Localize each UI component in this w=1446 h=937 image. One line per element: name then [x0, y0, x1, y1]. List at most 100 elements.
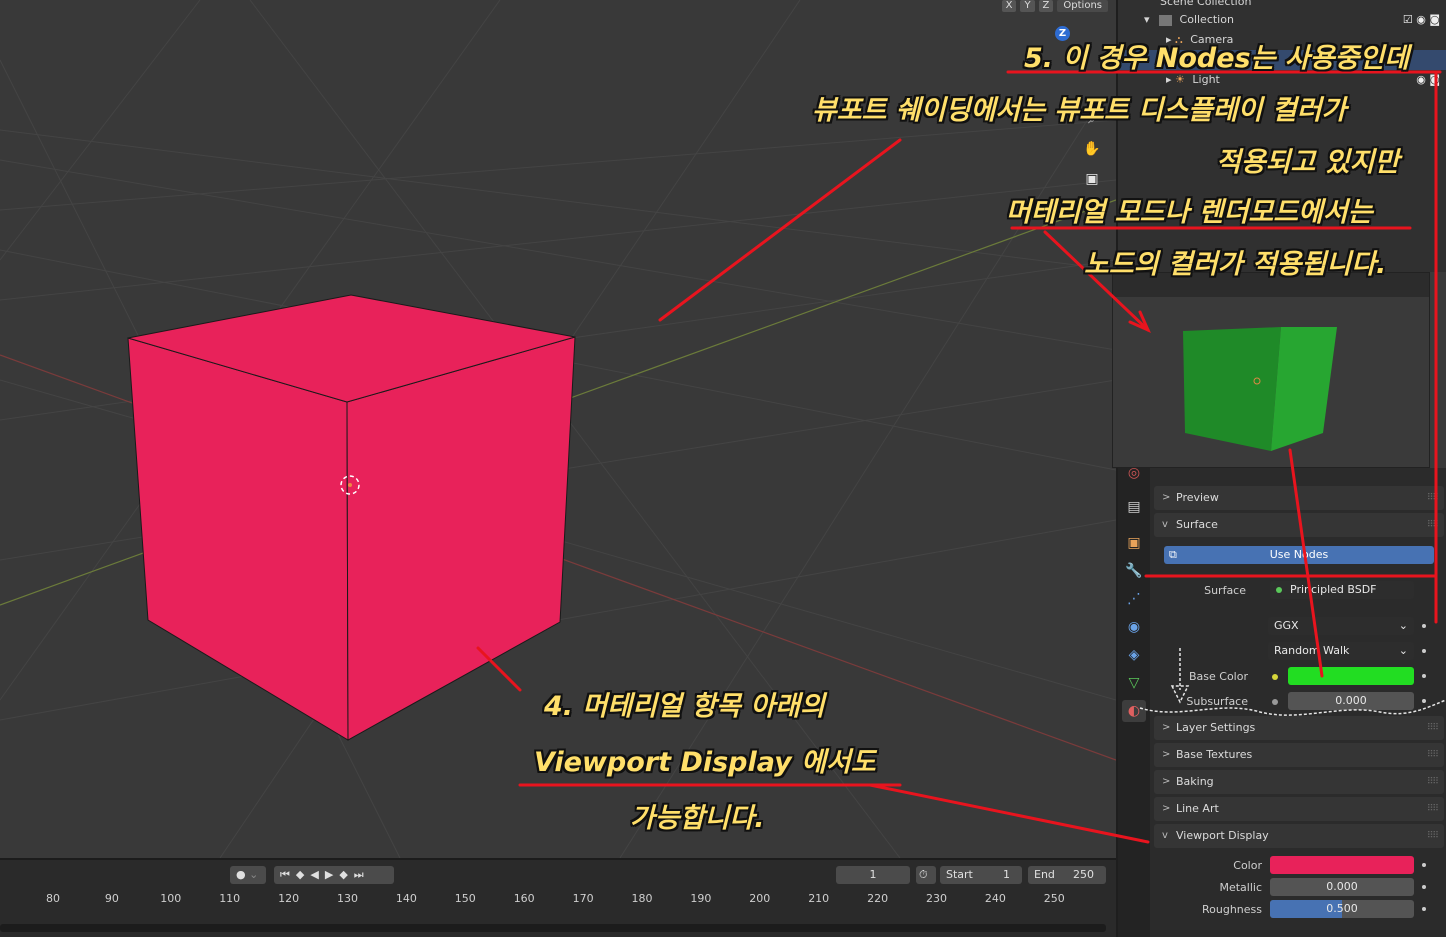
line-art-panel[interactable]: > Line Art ⠿⠿: [1154, 797, 1444, 821]
object-tab-icon[interactable]: ▣: [1122, 532, 1146, 554]
physics-tab-icon[interactable]: ◉: [1122, 616, 1146, 638]
surface-panel[interactable]: v Surface ⠿⠿: [1154, 513, 1444, 537]
keyframe-dot-icon[interactable]: [1422, 863, 1426, 867]
grip-icon[interactable]: ⠿⠿: [1427, 716, 1439, 740]
roughness-slider[interactable]: 0.500: [1270, 900, 1426, 918]
play-reverse-icon[interactable]: ◀: [310, 868, 324, 881]
baking-label: Baking: [1176, 775, 1214, 788]
layer-settings-panel[interactable]: > Layer Settings ⠿⠿: [1154, 716, 1444, 740]
use-nodes-button[interactable]: ⧉ Use Nodes: [1164, 546, 1434, 564]
annotation-5-line3: 적용되고 있지만: [1216, 147, 1400, 178]
end-label: End: [1034, 868, 1055, 881]
timeline-scrollbar[interactable]: [0, 924, 1106, 932]
particles-tab-icon[interactable]: ⋰: [1122, 588, 1146, 610]
metallic-label: Metallic: [1219, 881, 1262, 894]
material-preview-inset: [1112, 272, 1430, 468]
stopwatch-icon[interactable]: ⏱: [916, 866, 936, 884]
node-icon: ⧉: [1169, 548, 1177, 561]
use-nodes-label: Use Nodes: [1269, 548, 1329, 561]
viewport-display-panel[interactable]: v Viewport Display ⠿⠿: [1154, 824, 1444, 848]
chevron-down-icon: v: [1162, 519, 1168, 530]
jump-end-icon[interactable]: ⏭: [354, 868, 370, 881]
current-frame-field[interactable]: 1: [836, 866, 910, 884]
line-art-label: Line Art: [1176, 802, 1219, 815]
metallic-row: Metallic 0.000: [1154, 878, 1444, 898]
grip-icon[interactable]: ⠿⠿: [1427, 797, 1439, 821]
timeline-tick: 120: [278, 892, 300, 905]
annotation-4-line3: 가능합니다.: [630, 803, 765, 834]
annotation-5-line1: 5. 이 경우 Nodes는 사용중인데: [1024, 43, 1410, 74]
distribution-row: GGX ⌄: [1154, 617, 1444, 637]
roughness-value: 0.500: [1326, 902, 1358, 915]
baking-panel[interactable]: > Baking ⠿⠿: [1154, 770, 1444, 794]
keying-dropdown[interactable]: ● ⌄: [230, 866, 266, 884]
grip-icon[interactable]: ⠿⠿: [1427, 824, 1439, 848]
keyframe-dot-icon[interactable]: [1422, 699, 1426, 703]
base-textures-panel[interactable]: > Base Textures ⠿⠿: [1154, 743, 1444, 767]
annotation-5-line5: 노드의 컬러가 적용됩니다.: [1084, 249, 1387, 280]
play-icon[interactable]: ▶: [325, 868, 339, 881]
material-tab-icon[interactable]: ◐: [1122, 700, 1146, 722]
playback-controls[interactable]: ⏮◆◀▶◆⏭: [274, 866, 394, 884]
chevron-right-icon: >: [1162, 776, 1171, 787]
timeline-tick: 180: [631, 892, 653, 905]
grip-icon[interactable]: ⠿⠿: [1427, 743, 1439, 767]
distribution-dropdown[interactable]: GGX ⌄: [1268, 617, 1426, 635]
jump-start-icon[interactable]: ⏮: [280, 868, 296, 881]
prev-keyframe-icon[interactable]: ◆: [296, 868, 310, 881]
visibility-icons[interactable]: ◉ ◙: [1416, 70, 1440, 90]
material-properties: > Preview ⠿⠿ v Surface ⠿⠿ ⧉ Use Nodes Su…: [1154, 468, 1444, 937]
grip-icon[interactable]: ⠿⠿: [1427, 770, 1439, 794]
modifier-wrench-icon[interactable]: 🔧: [1122, 560, 1146, 582]
visibility-icons[interactable]: ☑ ◉ ◙: [1403, 10, 1440, 30]
grip-icon[interactable]: ⠿⠿: [1427, 486, 1439, 510]
timeline-tick: 190: [690, 892, 712, 905]
chevron-right-icon: >: [1162, 492, 1171, 503]
base-color-swatch[interactable]: [1288, 667, 1426, 685]
axis-z-button[interactable]: Z: [1038, 0, 1054, 12]
start-frame-field[interactable]: Start 1: [940, 866, 1022, 884]
viewport-header: X Y Z Options: [1001, 0, 1108, 12]
surface-shader-field[interactable]: Principled BSDF: [1270, 581, 1414, 599]
keyframe-dot-icon[interactable]: [1422, 649, 1426, 653]
keyframe-dot-icon[interactable]: [1422, 907, 1426, 911]
preview-panel[interactable]: > Preview ⠿⠿: [1154, 486, 1444, 510]
options-dropdown[interactable]: Options: [1057, 0, 1108, 12]
camera-view-icon[interactable]: ▣: [1081, 168, 1103, 190]
metallic-field[interactable]: 0.000: [1270, 878, 1426, 896]
timeline-tick: 130: [337, 892, 358, 905]
timeline[interactable]: ● ⌄ ⏮◆◀▶◆⏭ 1 ⏱ Start 1 End 250 80 90 100 11…: [0, 858, 1116, 937]
surface-panel-label: Surface: [1176, 518, 1218, 531]
subsurface-method-dropdown[interactable]: Random Walk ⌄: [1268, 642, 1426, 660]
keyframe-dot-icon[interactable]: [1422, 624, 1426, 628]
chevron-right-icon: >: [1162, 803, 1171, 814]
grip-icon[interactable]: ⠿⠿: [1427, 513, 1439, 537]
timeline-tick: 150: [454, 892, 476, 905]
vd-color-swatch[interactable]: [1270, 856, 1426, 874]
outliner-collection[interactable]: ▾ Collection ☑ ◉ ◙: [1118, 10, 1446, 30]
subsurface-field[interactable]: 0.000: [1288, 692, 1426, 710]
data-tab-icon[interactable]: ▽: [1122, 672, 1146, 694]
next-keyframe-icon[interactable]: ◆: [339, 868, 353, 881]
expand-arrow-icon[interactable]: ▾: [1144, 13, 1150, 26]
axis-x-button[interactable]: X: [1001, 0, 1017, 12]
axis-y-button[interactable]: Y: [1020, 0, 1035, 12]
world-tab-icon[interactable]: ▤: [1122, 496, 1146, 518]
scene-tab-icon[interactable]: ◎: [1122, 462, 1146, 484]
scene-collection-label: Scene Collection: [1160, 0, 1252, 8]
end-value: 250: [1073, 868, 1094, 881]
properties-editor[interactable]: ◎ ▤ ▣ 🔧 ⋰ ◉ ◈ ▽ ◐ > Preview ⠿⠿ v Surface…: [1116, 465, 1446, 937]
metallic-value: 0.000: [1326, 880, 1358, 893]
pan-hand-icon[interactable]: ✋: [1081, 138, 1103, 160]
chevron-down-icon: ⌄: [1398, 644, 1408, 657]
3d-viewport[interactable]: X Y Z Options Z ⌕ ✋ ▣: [0, 0, 1116, 858]
constraints-tab-icon[interactable]: ◈: [1122, 644, 1146, 666]
keyframe-dot-icon[interactable]: [1422, 674, 1426, 678]
end-frame-field[interactable]: End 250: [1028, 866, 1106, 884]
viewport-display-label: Viewport Display: [1176, 829, 1269, 842]
distribution-value: GGX: [1274, 619, 1299, 632]
subsurface-method-value: Random Walk: [1274, 644, 1350, 657]
keyframe-dot-icon[interactable]: [1422, 885, 1426, 889]
cube[interactable]: [127, 294, 576, 741]
subsurface-row: Subsurface 0.000: [1154, 692, 1444, 712]
